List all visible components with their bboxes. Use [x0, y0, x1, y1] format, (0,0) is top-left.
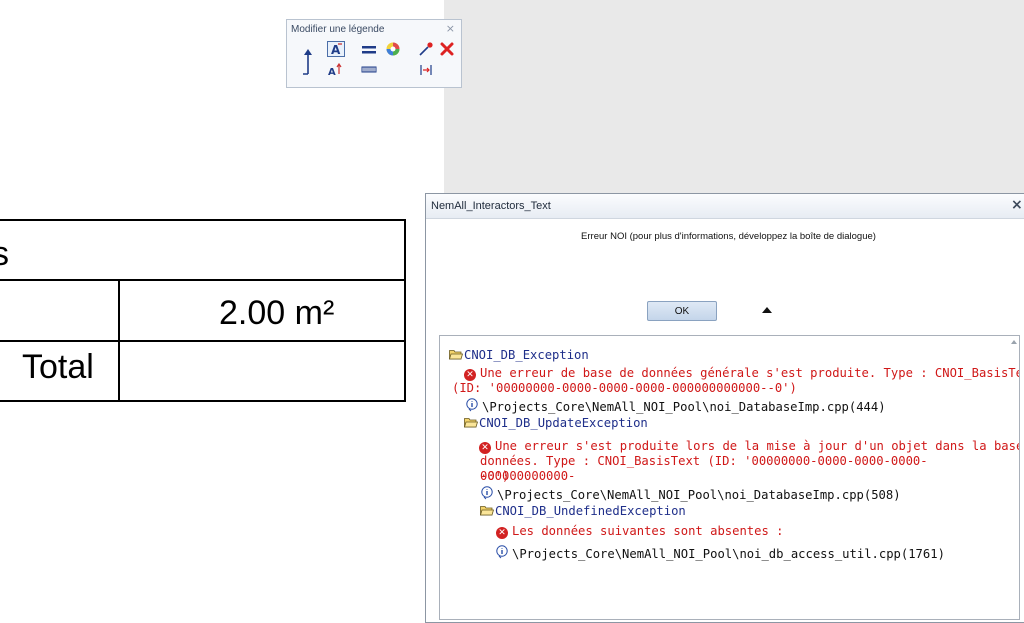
scroll-up-icon[interactable]: [1011, 340, 1017, 344]
dialog-close-button[interactable]: ×: [1011, 197, 1023, 213]
error-icon: ✕: [479, 442, 491, 454]
error-message: Erreur NOI (pour plus d'informations, dé…: [581, 231, 876, 242]
open-folder-icon: [480, 506, 494, 516]
pick-pointer-icon[interactable]: [417, 41, 435, 57]
info-text: \Projects_Core\NemAll_NOI_Pool\noi_Datab…: [497, 488, 901, 502]
error-text-line: Une erreur s'est produite lors de la mis…: [495, 439, 1020, 453]
text-edit-icon[interactable]: A: [327, 41, 345, 57]
tree-node-label: CNOI_DB_UpdateException: [479, 416, 648, 430]
pattern-icon[interactable]: [360, 62, 378, 78]
error-text-line: Une erreur de base de données générale s…: [480, 366, 1020, 380]
area-value: 2.00 m²: [219, 294, 335, 332]
info-icon: [466, 398, 478, 412]
expand-details-icon[interactable]: [762, 307, 772, 313]
error-text-continuation: -0'): [480, 469, 510, 483]
tree-error-entry[interactable]: ✕ Une erreur s'est produite lors de la mi…: [479, 439, 1020, 454]
error-icon: ✕: [496, 527, 508, 539]
svg-text:A: A: [328, 67, 336, 77]
color-wheel-icon[interactable]: [384, 41, 402, 57]
ok-button[interactable]: OK: [647, 301, 717, 321]
table-divider-1: [0, 279, 406, 281]
tree-info-entry[interactable]: \Projects_Core\NemAll_NOI_Pool\noi_Datab…: [466, 398, 886, 415]
tree-node-label: CNOI_DB_Exception: [464, 348, 589, 362]
open-folder-icon: [464, 418, 478, 428]
line-style-icon[interactable]: [360, 42, 378, 58]
svg-text:A: A: [331, 43, 341, 57]
text-size-icon[interactable]: A: [327, 62, 345, 78]
table-border-bottom: [0, 400, 406, 402]
tree-node-label: CNOI_DB_UndefinedException: [495, 504, 686, 518]
tree-node-undefined-exception[interactable]: CNOI_DB_UndefinedException: [480, 504, 686, 519]
tree-error-entry[interactable]: ✕ Les données suivantes sont absentes :: [496, 524, 784, 539]
table-divider-2: [0, 340, 406, 342]
error-text-continuation: données. Type : CNOI_BasisText (ID: '000…: [480, 454, 928, 483]
dialog-titlebar: NemAll_Interactors_Text ×: [426, 194, 1024, 219]
table-header-text: s: [0, 235, 9, 273]
error-dialog: NemAll_Interactors_Text × Erreur NOI (po…: [425, 193, 1024, 623]
tree-info-entry[interactable]: \Projects_Core\NemAll_NOI_Pool\noi_Datab…: [481, 486, 901, 503]
tree-info-entry[interactable]: \Projects_Core\NemAll_NOI_Pool\noi_db_ac…: [496, 545, 945, 562]
tree-node-update-exception[interactable]: CNOI_DB_UpdateException: [464, 416, 648, 431]
info-icon: [481, 486, 493, 500]
tree-node-db-exception[interactable]: CNOI_DB_Exception: [449, 348, 589, 363]
error-text-continuation: (ID: '00000000-0000-0000-0000-0000000000…: [452, 381, 797, 395]
info-text: \Projects_Core\NemAll_NOI_Pool\noi_db_ac…: [512, 547, 945, 561]
toolbar-title: Modifier une légende: [291, 24, 385, 35]
drawing-table: s 2.00 m² Total: [0, 219, 406, 403]
table-border-right: [404, 219, 406, 402]
leader-arrow-icon[interactable]: [297, 46, 315, 76]
info-text: \Projects_Core\NemAll_NOI_Pool\noi_Datab…: [482, 400, 886, 414]
open-folder-icon: [449, 350, 463, 360]
error-details-tree[interactable]: CNOI_DB_Exception ✕ Une erreur de base de…: [439, 335, 1020, 620]
dialog-title: NemAll_Interactors_Text: [431, 200, 551, 212]
modify-legend-toolbar: Modifier une légende × A A: [286, 19, 462, 88]
tree-error-entry[interactable]: ✕ Une erreur de base de données générale …: [464, 366, 1020, 381]
delete-icon[interactable]: [438, 41, 456, 57]
error-text-line: Les données suivantes sont absentes :: [512, 524, 784, 538]
info-icon: [496, 545, 508, 559]
toolbar-close-button[interactable]: ×: [446, 22, 455, 35]
align-icon[interactable]: [417, 62, 435, 78]
table-border-top: [0, 219, 406, 221]
total-label: Total: [22, 348, 94, 386]
error-icon: ✕: [464, 369, 476, 381]
table-column-divider: [118, 279, 120, 402]
